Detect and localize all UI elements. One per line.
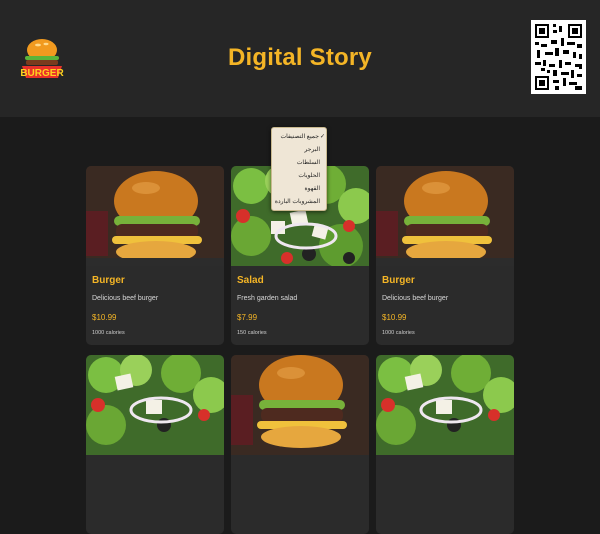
salad-image bbox=[376, 355, 514, 455]
category-option-salads[interactable]: السلطات bbox=[272, 157, 326, 170]
burger-image bbox=[231, 355, 369, 455]
item-calories: 1000 calories bbox=[382, 330, 415, 336]
item-name: Salad bbox=[237, 275, 264, 286]
category-option-burger[interactable]: البرجر bbox=[272, 144, 326, 157]
item-name: Burger bbox=[92, 275, 125, 286]
app-header: BURGER Digital Story bbox=[0, 0, 600, 117]
qr-code[interactable] bbox=[531, 20, 586, 94]
item-price: $7.99 bbox=[237, 313, 258, 322]
menu-card[interactable]: Burger Delicious beef burger $10.99 1000… bbox=[86, 166, 224, 345]
page-title: Digital Story bbox=[228, 44, 372, 71]
burger-image bbox=[86, 166, 224, 266]
checkmark-icon: ✓ bbox=[319, 134, 325, 140]
category-option-desserts[interactable]: الحلويات bbox=[272, 170, 326, 183]
category-option-all[interactable]: ✓جميع التصنيفات bbox=[272, 131, 326, 144]
salad-image bbox=[86, 355, 224, 455]
item-description: Delicious beef burger bbox=[92, 295, 159, 302]
menu-card[interactable] bbox=[376, 355, 514, 534]
burger-image bbox=[376, 166, 514, 266]
category-option-cold-drinks[interactable]: المشروبات الباردة bbox=[272, 196, 326, 209]
menu-card[interactable]: Burger Delicious beef burger $10.99 1000… bbox=[376, 166, 514, 345]
item-name: Burger bbox=[382, 275, 415, 286]
item-description: Delicious beef burger bbox=[382, 295, 449, 302]
item-description: Fresh garden salad bbox=[237, 295, 298, 302]
category-option-coffee[interactable]: القهوة bbox=[272, 183, 326, 196]
menu-card[interactable] bbox=[231, 355, 369, 534]
item-price: $10.99 bbox=[92, 313, 117, 322]
item-calories: 1000 calories bbox=[92, 330, 125, 336]
item-calories: 150 calories bbox=[237, 330, 267, 336]
menu-card[interactable] bbox=[86, 355, 224, 534]
item-price: $10.99 bbox=[382, 313, 407, 322]
category-dropdown[interactable]: ✓جميع التصنيفات البرجر السلطات الحلويات … bbox=[271, 127, 327, 211]
